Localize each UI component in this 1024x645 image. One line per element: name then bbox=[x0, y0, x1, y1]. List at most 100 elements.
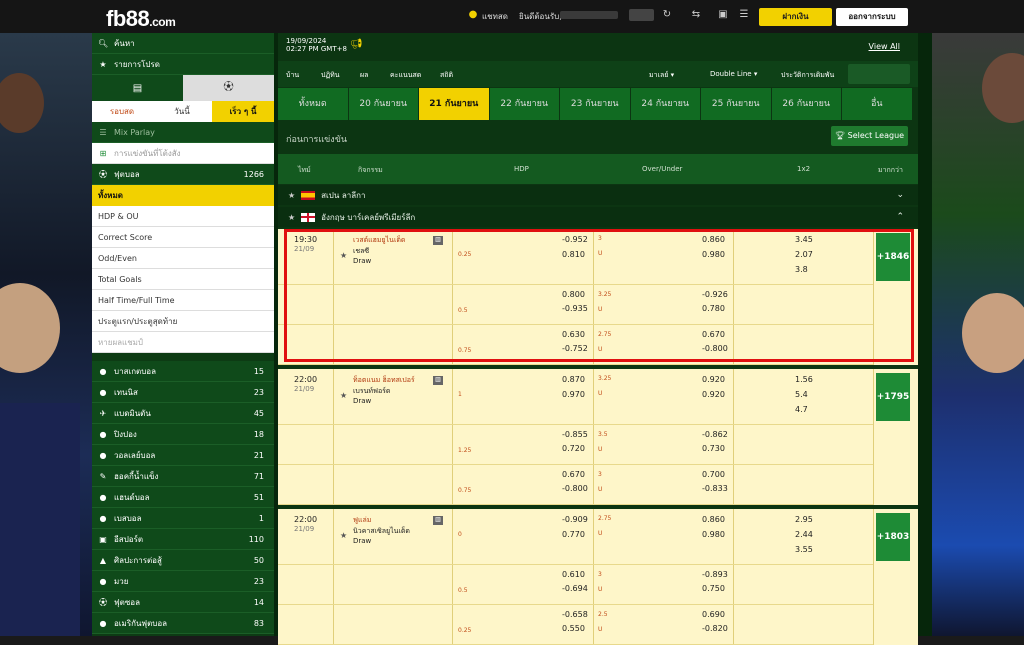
list-view-icon[interactable]: ▤ bbox=[92, 83, 183, 94]
star-icon[interactable]: ★ bbox=[288, 213, 295, 222]
sidebar-item-sport[interactable]: ✈ แบดมินตัน 45 bbox=[92, 403, 274, 424]
nav-livescore[interactable]: คะแนนสด bbox=[390, 70, 421, 81]
under-odds[interactable]: 0.980 bbox=[702, 250, 725, 259]
chevron-up-icon[interactable]: ⌃ bbox=[896, 212, 904, 222]
over-odds[interactable]: 0.670 bbox=[702, 330, 725, 339]
over-odds[interactable]: 0.690 bbox=[702, 610, 725, 619]
list-icon[interactable]: ☰ bbox=[737, 9, 751, 21]
deposit-button[interactable]: ฝากเงิน bbox=[759, 8, 832, 26]
hdp-away-odds[interactable]: -0.800 bbox=[562, 484, 588, 493]
sidebar-item-sport[interactable]: ● เบสบอล 1 bbox=[92, 508, 274, 529]
sidebar-item-sport[interactable]: ⚽︎ ฟุตซอล 14 bbox=[92, 592, 274, 613]
over-odds[interactable]: 0.860 bbox=[702, 515, 725, 524]
under-odds[interactable]: 0.980 bbox=[702, 530, 725, 539]
hdp-away-odds[interactable]: 0.720 bbox=[562, 444, 585, 453]
soccer-view-icon[interactable]: ⚽︎ bbox=[183, 75, 274, 101]
league-row[interactable]: ★ อังกฤษ บาร์เคลย์พรีเมียร์ลีก ⌃ bbox=[278, 207, 918, 227]
sidebar-market-item[interactable]: Half Time/Full Time bbox=[92, 290, 274, 311]
odds-type-select[interactable]: มาเลย์ ▾ bbox=[649, 70, 674, 81]
nav-results[interactable]: ผล bbox=[360, 70, 368, 81]
odds-draw[interactable]: 4.7 bbox=[795, 405, 808, 414]
tab-date[interactable]: ทั้งหมด bbox=[278, 88, 349, 120]
odds-home[interactable]: 2.95 bbox=[795, 515, 813, 524]
sidebar-item-sport[interactable]: ✎ ฮอคกี้น้ำแข็ง 71 bbox=[92, 466, 274, 487]
under-odds[interactable]: 0.750 bbox=[702, 584, 725, 593]
hdp-away-odds[interactable]: 0.770 bbox=[562, 530, 585, 539]
under-odds[interactable]: 0.920 bbox=[702, 390, 725, 399]
sidebar-mix-parlay[interactable]: ☰ Mix Parlay bbox=[92, 122, 274, 143]
hdp-home-odds[interactable]: -0.855 bbox=[562, 430, 588, 439]
sidebar-market-item[interactable]: HDP & OU bbox=[92, 206, 274, 227]
tab-date[interactable]: 23 กันยายน bbox=[560, 88, 631, 120]
sidebar-market-item[interactable]: ประตูแรก/ประตูสุดท้าย bbox=[92, 311, 274, 332]
hdp-away-odds[interactable]: 0.970 bbox=[562, 390, 585, 399]
sidebar-item-sport[interactable]: ● บาสเกตบอล 15 bbox=[92, 361, 274, 382]
nav-stats[interactable]: สถิติ bbox=[440, 70, 453, 81]
under-odds[interactable]: -0.833 bbox=[702, 484, 728, 493]
odds-view-select[interactable]: Double Line ▾ bbox=[710, 70, 757, 78]
tab-date[interactable]: 21 กันยายน bbox=[419, 88, 490, 120]
bet-history-link[interactable]: ประวัติการเดิมพัน bbox=[781, 70, 834, 81]
sidebar-item-sport[interactable]: ▲ ศิลปะการต่อสู้ 50 bbox=[92, 550, 274, 571]
hdp-away-odds[interactable]: -0.752 bbox=[562, 344, 588, 353]
view-all-link[interactable]: View All bbox=[869, 42, 900, 51]
sidebar-item-sport[interactable]: ● วอลเลย์บอล 21 bbox=[92, 445, 274, 466]
nav-home[interactable]: บ้าน bbox=[286, 70, 299, 81]
chat-link[interactable]: แชทสด bbox=[482, 10, 508, 23]
stats-icon[interactable]: ▥ bbox=[433, 236, 443, 245]
over-odds[interactable]: -0.926 bbox=[702, 290, 728, 299]
transfer-icon[interactable]: ⇆ bbox=[689, 9, 703, 21]
select-league-button[interactable]: 🏆︎ Select League bbox=[831, 126, 908, 146]
sidebar-item-sport[interactable]: ● มวย 23 bbox=[92, 571, 274, 592]
hdp-home-odds[interactable]: 0.870 bbox=[562, 375, 585, 384]
sidebar-item-football[interactable]: ⚽︎ ฟุตบอล 1266 bbox=[92, 164, 274, 185]
tab-date[interactable]: 20 กันยายน bbox=[348, 88, 419, 120]
star-icon[interactable]: ★ bbox=[340, 531, 347, 540]
tab-live[interactable]: รอบสด bbox=[92, 105, 152, 118]
over-odds[interactable]: 0.860 bbox=[702, 235, 725, 244]
stats-icon[interactable]: ▥ bbox=[433, 516, 443, 525]
sidebar-item-sport[interactable]: ● แฮนด์บอล 51 bbox=[92, 487, 274, 508]
announcement-icon[interactable]: 📢︎ bbox=[350, 39, 363, 50]
sidebar-market-item[interactable]: Correct Score bbox=[92, 227, 274, 248]
under-odds[interactable]: 0.730 bbox=[702, 444, 725, 453]
over-odds[interactable]: -0.893 bbox=[702, 570, 728, 579]
sidebar-parlay-hint[interactable]: ⊞ การแข่งขันที่โต้งสัง bbox=[92, 143, 274, 164]
star-icon[interactable]: ★ bbox=[288, 191, 295, 200]
chat-icon[interactable]: ● bbox=[466, 9, 480, 21]
chevron-down-icon[interactable]: ⌄ bbox=[896, 190, 904, 200]
odds-home[interactable]: 3.45 bbox=[795, 235, 813, 244]
hdp-away-odds[interactable]: -0.694 bbox=[562, 584, 588, 593]
odds-away[interactable]: 2.07 bbox=[795, 250, 813, 259]
hdp-away-odds[interactable]: -0.935 bbox=[562, 304, 588, 313]
more-markets-button[interactable]: +1803 bbox=[876, 513, 910, 561]
hdp-home-odds[interactable]: 0.670 bbox=[562, 470, 585, 479]
under-odds[interactable]: 0.780 bbox=[702, 304, 725, 313]
odds-draw[interactable]: 3.8 bbox=[795, 265, 808, 274]
fb88-logo[interactable]: fb88.com bbox=[106, 6, 176, 32]
logout-button[interactable]: ออกจากระบบ bbox=[836, 8, 908, 26]
more-markets-button[interactable]: +1846 bbox=[876, 233, 910, 281]
stats-icon[interactable]: ▥ bbox=[433, 376, 443, 385]
tab-today[interactable]: วันนี้ bbox=[152, 105, 212, 118]
odds-away[interactable]: 2.44 bbox=[795, 530, 813, 539]
over-odds[interactable]: 0.700 bbox=[702, 470, 725, 479]
sidebar-item-sport[interactable]: ● ปิงปอง 18 bbox=[92, 424, 274, 445]
league-row[interactable]: ★ สเปน ลาลีกา ⌄ bbox=[278, 185, 918, 205]
star-icon[interactable]: ★ bbox=[340, 251, 347, 260]
refresh-icon[interactable]: ↻ bbox=[660, 9, 674, 21]
sidebar-item-sport[interactable]: ● เทนนิส 23 bbox=[92, 382, 274, 403]
over-odds[interactable]: -0.862 bbox=[702, 430, 728, 439]
sidebar-market-item[interactable]: Odd/Even bbox=[92, 248, 274, 269]
over-odds[interactable]: 0.920 bbox=[702, 375, 725, 384]
hdp-away-odds[interactable]: 0.550 bbox=[562, 624, 585, 633]
hdp-away-odds[interactable]: 0.810 bbox=[562, 250, 585, 259]
under-odds[interactable]: -0.800 bbox=[702, 344, 728, 353]
odds-draw[interactable]: 3.55 bbox=[795, 545, 813, 554]
tab-date[interactable]: อื่น bbox=[842, 88, 913, 120]
hdp-home-odds[interactable]: 0.800 bbox=[562, 290, 585, 299]
hdp-home-odds[interactable]: -0.952 bbox=[562, 235, 588, 244]
hdp-home-odds[interactable]: -0.658 bbox=[562, 610, 588, 619]
nav-calendar[interactable]: ปฏิทิน bbox=[321, 70, 340, 81]
under-odds[interactable]: -0.820 bbox=[702, 624, 728, 633]
